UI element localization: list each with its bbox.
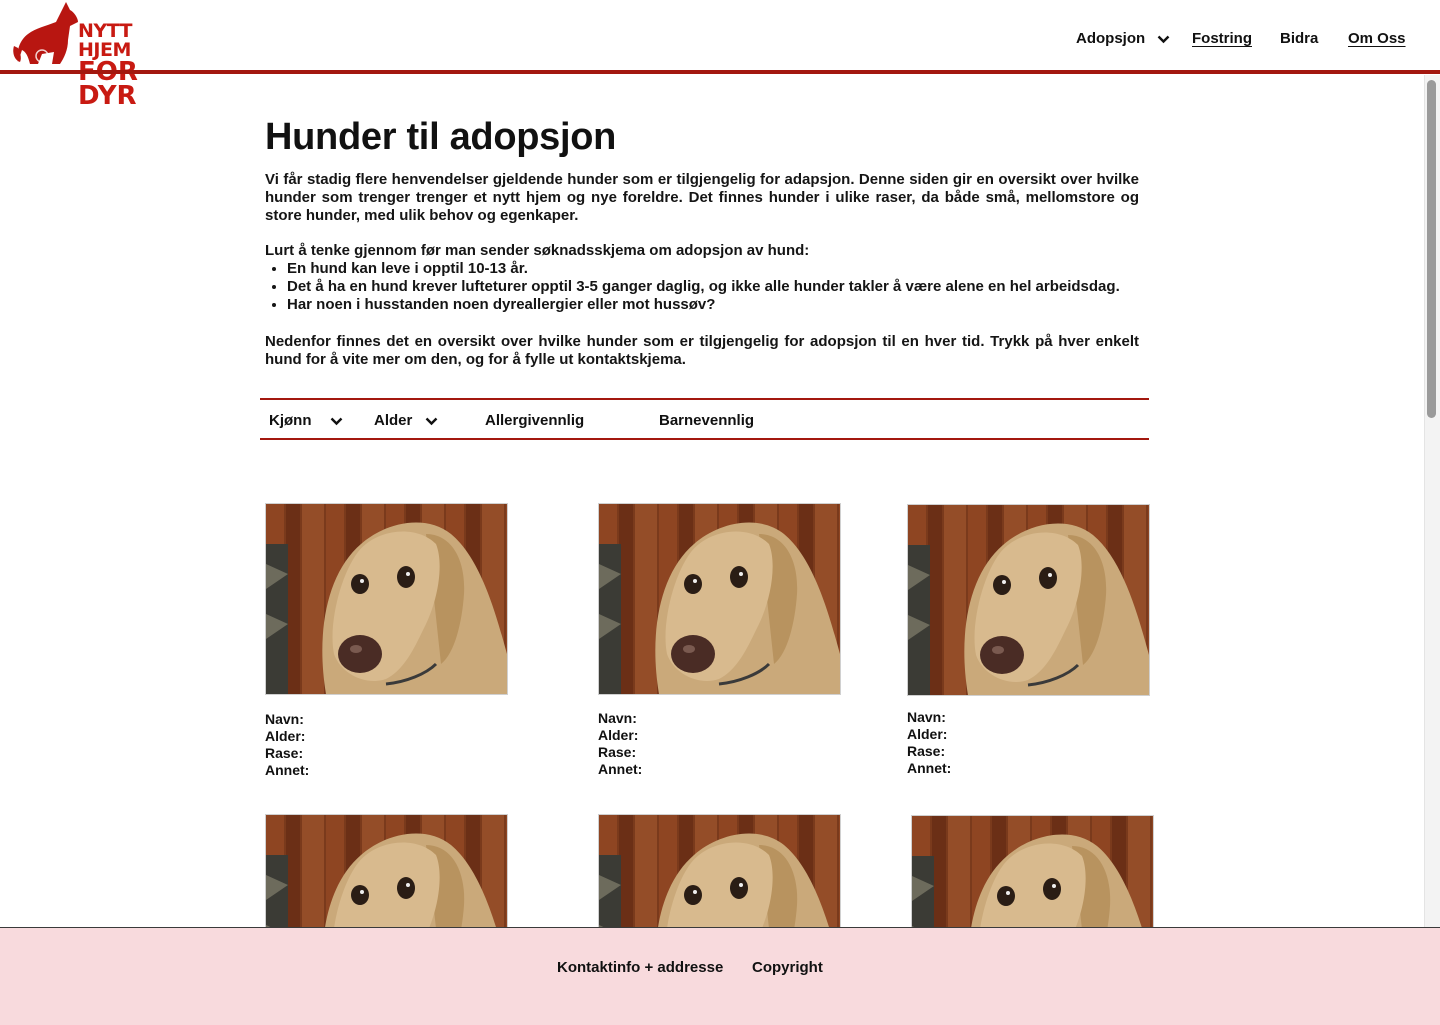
dog-field-alder: Alder:: [265, 728, 306, 744]
dog-field-annet: Annet:: [265, 762, 310, 778]
dog-field-annet: Annet:: [598, 761, 643, 777]
dog-field-navn: Navn:: [907, 709, 946, 725]
scrollbar-thumb[interactable]: [1427, 80, 1436, 418]
dog-field-alder: Alder:: [907, 726, 948, 742]
dog-photo[interactable]: [911, 815, 1154, 927]
checklist-heading: Lurt å tenke gjennom før man sender søkn…: [265, 242, 810, 259]
site-footer: [0, 927, 1440, 1025]
filter-kjonn-label: Kjønn: [269, 412, 312, 429]
filter-alder[interactable]: Alder: [374, 412, 438, 429]
dog-field-navn: Navn:: [598, 710, 637, 726]
header-divider: [0, 70, 1440, 74]
filter-bar-top-border: [260, 398, 1149, 400]
filter-barnevennlig[interactable]: Barnevennlig: [659, 412, 754, 429]
checklist-items: En hund kan leve i opptil 10-13 år. Det …: [265, 260, 1165, 314]
nav-om-oss[interactable]: Om Oss: [1348, 30, 1406, 47]
footer-copyright: Copyright: [752, 959, 823, 976]
filter-alder-label: Alder: [374, 412, 413, 429]
logo-line-1: NYTT HJEM: [78, 20, 133, 61]
dog-logo-icon: [13, 2, 78, 64]
footer-contact-link[interactable]: Kontaktinfo + addresse: [557, 959, 723, 976]
checklist-item: Har noen i husstanden noen dyreallergier…: [287, 296, 1165, 314]
adoption-checklist: Lurt å tenke gjennom før man sender søkn…: [265, 242, 1165, 314]
dog-photo[interactable]: [265, 814, 508, 927]
dog-field-rase: Rase:: [907, 743, 946, 759]
chevron-down-icon: [1157, 35, 1170, 43]
dog-info: Navn: Alder: Rase: Annet:: [265, 711, 309, 779]
intro-paragraph: Vi får stadig flere henvendelser gjelden…: [265, 171, 1139, 224]
nav-fostring[interactable]: Fostring: [1192, 30, 1252, 47]
dog-photo[interactable]: [265, 503, 508, 695]
outro-paragraph: Nedenfor finnes det en oversikt over hvi…: [265, 333, 1139, 368]
dog-photo[interactable]: [598, 503, 841, 695]
dog-photo[interactable]: [907, 504, 1150, 696]
page-title: Hunder til adopsjon: [265, 116, 617, 158]
dog-field-alder: Alder:: [598, 727, 639, 743]
site-logo[interactable]: NYTT HJEM FOR DYR: [12, 0, 187, 109]
chevron-down-icon: [425, 417, 437, 425]
dog-field-navn: Navn:: [265, 711, 304, 727]
filter-bar-bottom-border: [260, 438, 1149, 440]
filter-allergivennlig[interactable]: Allergivennlig: [485, 412, 584, 429]
dog-info: Navn: Alder: Rase: Annet:: [907, 709, 951, 777]
nav-bidra[interactable]: Bidra: [1280, 30, 1318, 47]
nav-adopsjon-label: Adopsjon: [1076, 30, 1146, 47]
logo-text: NYTT HJEM FOR DYR: [78, 20, 187, 111]
site-header: NYTT HJEM FOR DYR Adopsjon Fostring Bidr…: [0, 0, 1440, 109]
dog-field-annet: Annet:: [907, 760, 952, 776]
nav-adopsjon[interactable]: Adopsjon: [1076, 30, 1170, 47]
checklist-item: Det å ha en hund krever lufteturer oppti…: [287, 278, 1165, 296]
dog-info: Navn: Alder: Rase: Annet:: [598, 710, 642, 778]
checklist-item: En hund kan leve i opptil 10-13 år.: [287, 260, 1165, 278]
dog-photo[interactable]: [598, 814, 841, 927]
filter-kjonn[interactable]: Kjønn: [269, 412, 343, 429]
dog-field-rase: Rase:: [598, 744, 637, 760]
dog-field-rase: Rase:: [265, 745, 304, 761]
logo-line-2: FOR DYR: [78, 57, 138, 111]
chevron-down-icon: [330, 417, 343, 425]
